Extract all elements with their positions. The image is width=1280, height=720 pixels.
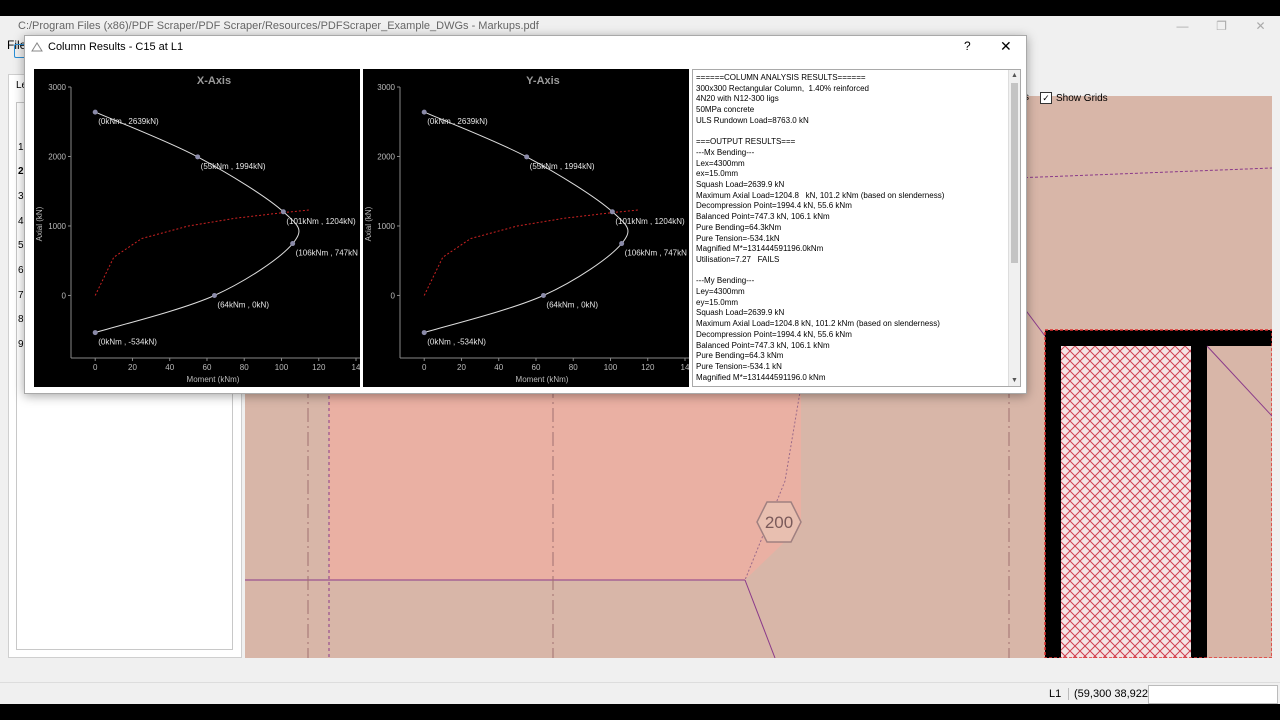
status-level: L1	[1049, 688, 1062, 700]
x-axis-label: Moment (kNm)	[187, 375, 240, 384]
x-tick-label: 60	[203, 363, 212, 372]
y-axis-chart-svg: Y-Axis 0 20 40 60 80 100 120 14 3000 2000 1000 0 Mome…	[364, 75, 689, 384]
x-tick-label: 60	[532, 363, 541, 372]
chart-title: X-Axis	[197, 75, 231, 87]
show-grids-checkbox[interactable]: ✓	[1040, 92, 1052, 104]
screen-top-bar	[0, 0, 1280, 16]
chart-title: Y-Axis	[526, 75, 560, 87]
y-tick-label: 0	[62, 291, 67, 300]
slenderness-curve	[94, 209, 310, 296]
x-tick-label: 14	[352, 363, 360, 372]
data-point	[421, 330, 427, 336]
section-tag-label: 200	[765, 513, 793, 532]
results-textbox[interactable]: ======COLUMN ANALYSIS RESULTS====== 300x…	[692, 69, 1021, 387]
data-point-label: (101kNm , 1204kN)	[286, 217, 356, 226]
data-point-label: (0kNm , 2639kN)	[98, 117, 159, 126]
level-row-number[interactable]: 2	[18, 166, 24, 177]
app-title: C:/Program Files (x86)/PDF Scraper/PDF S…	[18, 20, 539, 32]
status-bar: L1 (59,300 38,922)	[0, 682, 1280, 705]
data-point-label: (64kNm , 0kN)	[546, 300, 598, 309]
data-point-label: (106kNm , 747kN	[296, 249, 358, 258]
y-tick-label: 2000	[48, 152, 66, 161]
close-icon[interactable]: ✕	[1241, 16, 1280, 36]
data-point	[195, 154, 201, 160]
data-point-label: (0kNm , 2639kN)	[427, 117, 488, 126]
data-point	[540, 292, 546, 298]
data-point	[280, 209, 286, 215]
data-point	[619, 241, 625, 247]
dialog-close-button[interactable]: ✕	[1000, 38, 1012, 55]
level-row-number[interactable]: 8	[18, 314, 24, 325]
data-point	[92, 109, 98, 115]
results-scrollbar[interactable]: ▲ ▼	[1008, 70, 1020, 386]
screen-bottom-bar	[0, 704, 1280, 720]
data-point	[290, 241, 296, 247]
data-point-label: (0kNm , -534kN)	[98, 338, 157, 347]
y-tick-label: 3000	[377, 83, 395, 92]
section-tag: 200	[756, 501, 802, 543]
x-tick-label: 0	[93, 363, 98, 372]
restore-icon[interactable]: ❐	[1202, 16, 1241, 36]
level-row-number[interactable]: 5	[18, 240, 24, 251]
dialog-title: Column Results - C15 at L1	[48, 41, 184, 53]
level-row-number[interactable]: 4	[18, 216, 24, 227]
x-tick-label: 80	[240, 363, 249, 372]
data-point-label: (0kNm , -534kN)	[427, 338, 486, 347]
scroll-down-icon[interactable]: ▼	[1009, 375, 1020, 386]
x-tick-label: 120	[312, 363, 326, 372]
level-row-number[interactable]: 9	[18, 339, 24, 350]
show-grids-toggle[interactable]: ✓ Show Grids	[1040, 92, 1108, 104]
y-tick-label: 1000	[48, 222, 66, 231]
data-point-label: (64kNm , 0kN)	[217, 300, 269, 309]
y-tick-label: 3000	[48, 83, 66, 92]
x-tick-label: 40	[165, 363, 174, 372]
y-tick-label: 2000	[377, 152, 395, 161]
level-row-number[interactable]: 7	[18, 290, 24, 301]
x-tick-label: 40	[494, 363, 503, 372]
level-row-number[interactable]: 6	[18, 265, 24, 276]
y-tick-label: 0	[391, 291, 396, 300]
dialog-app-icon	[31, 42, 43, 52]
data-point	[524, 154, 530, 160]
x-tick-label: 20	[128, 363, 137, 372]
x-axis-chart-svg: X-Axis 0 20 40 60 80 100 120 14 3000 2000 1000 0 Mome…	[35, 75, 360, 384]
data-point-label: (106kNm , 747kN	[625, 249, 687, 258]
show-grids-label: Show Grids	[1056, 92, 1108, 104]
data-point-label: (101kNm , 1204kN)	[615, 217, 685, 226]
y-axis-label: Axial (kN)	[364, 206, 373, 241]
results-text: ======COLUMN ANALYSIS RESULTS====== 300x…	[696, 73, 945, 382]
x-tick-label: 100	[275, 363, 289, 372]
y-tick-label: 1000	[377, 222, 395, 231]
slenderness-curve	[423, 209, 639, 296]
minimize-icon[interactable]: —	[1163, 16, 1202, 36]
data-point	[609, 209, 615, 215]
data-point	[211, 292, 217, 298]
status-input[interactable]	[1148, 685, 1278, 704]
x-tick-label: 20	[457, 363, 466, 372]
x-axis-chart: X-Axis 0 20 40 60 80 100 120 14 3000 2000 1000 0 Mome…	[34, 69, 360, 387]
y-axis-chart: Y-Axis 0 20 40 60 80 100 120 14 3000 2000 1000 0 Mome…	[363, 69, 689, 387]
window-controls: — ❐ ✕	[1163, 16, 1280, 36]
level-row-number[interactable]: 1	[18, 142, 24, 153]
x-tick-label: 80	[569, 363, 578, 372]
data-point	[421, 109, 427, 115]
data-point-label: (55kNm , 1994kN)	[530, 162, 595, 171]
scroll-up-icon[interactable]: ▲	[1009, 70, 1020, 81]
x-tick-label: 14	[681, 363, 689, 372]
level-row-number[interactable]: 3	[18, 191, 24, 202]
column-results-dialog: Column Results - C15 at L1 ? ✕ X-Axis 0 20…	[24, 35, 1027, 394]
y-axis-label: Axial (kN)	[35, 206, 44, 241]
help-button[interactable]: ?	[964, 39, 971, 53]
scroll-thumb[interactable]	[1011, 83, 1018, 263]
data-point	[92, 330, 98, 336]
x-tick-label: 0	[422, 363, 427, 372]
data-point-label: (55kNm , 1994kN)	[201, 162, 266, 171]
x-axis-label: Moment (kNm)	[516, 375, 569, 384]
x-tick-label: 120	[641, 363, 655, 372]
status-coordinates: (59,300 38,922)	[1068, 688, 1152, 700]
x-tick-label: 100	[604, 363, 618, 372]
